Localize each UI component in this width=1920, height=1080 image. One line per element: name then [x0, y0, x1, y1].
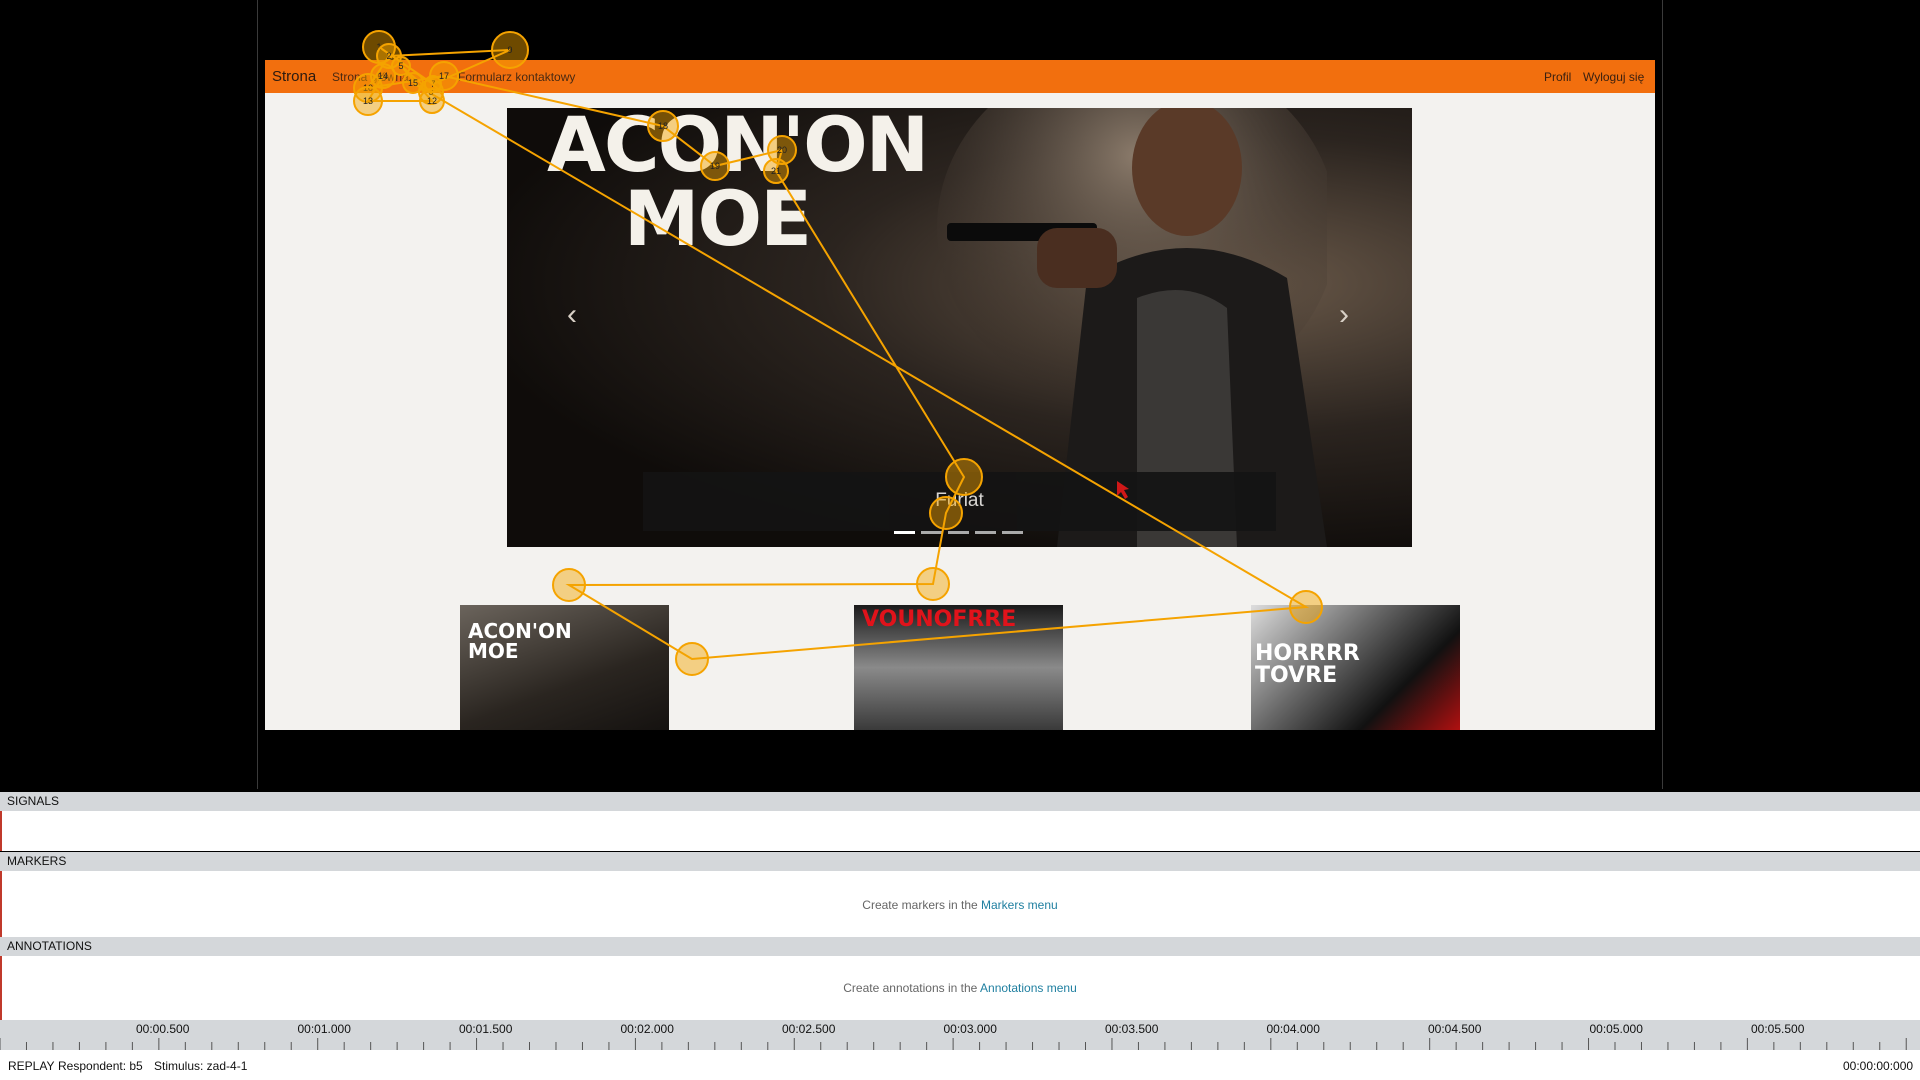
fixation-label: 18	[658, 121, 668, 131]
fixation-label: 9	[507, 45, 512, 55]
status-bar: REPLAY Respondent: b5 Stimulus: zad-4-1 …	[0, 1050, 1920, 1080]
markers-panel: Create markers in the Markers menu	[0, 871, 1920, 937]
markers-message-text: Create markers in the	[862, 898, 982, 912]
fixation-circle	[552, 568, 586, 602]
fixation-label: 20	[777, 145, 787, 155]
timeline-ruler[interactable]: 00:00.500 00:01.000 00:01.500 00:02.000 00:0…	[0, 1020, 1920, 1050]
fixation-label: 17	[439, 71, 449, 81]
timeline-ticks	[0, 1038, 1907, 1050]
fixation-label: 21	[771, 166, 781, 176]
respondent-label: Respondent: b5	[58, 1059, 143, 1073]
timeline-tick-label: 00:04.000	[1266, 1022, 1320, 1036]
fixation-circle	[916, 567, 950, 601]
stimulus-label: Stimulus: zad-4-1	[154, 1059, 248, 1073]
fixation-label: 12	[427, 96, 437, 106]
annotations-message-text: Create annotations in the	[843, 981, 981, 995]
timeline-tick-label: 00:05.000	[1589, 1022, 1643, 1036]
fixation-label: 19	[710, 161, 720, 171]
fixation-circle	[675, 642, 709, 676]
fixation-label: 13	[363, 96, 373, 106]
markers-message: Create markers in the Markers menu	[0, 898, 1920, 912]
timeline-tick-label: 00:02.500	[782, 1022, 836, 1036]
replay-mode-label: REPLAY	[8, 1059, 55, 1073]
timeline-tick-label: 00:02.000	[620, 1022, 674, 1036]
fixation-label: 14	[378, 71, 388, 81]
timeline-tick-label: 00:01.000	[297, 1022, 351, 1036]
annotations-menu-link[interactable]: Annotations menu	[980, 981, 1077, 995]
timeline-tick-label: 00:00.500	[136, 1022, 190, 1036]
playback-time: 00:00:00:000	[1843, 1059, 1914, 1073]
annotations-header: ANNOTATIONS	[0, 937, 1920, 956]
markers-menu-link[interactable]: Markers menu	[981, 898, 1058, 912]
fixation-circle	[945, 458, 983, 496]
fixation-circle	[1289, 590, 1323, 624]
signals-panel	[0, 811, 1920, 851]
fixation-label: 5	[398, 61, 403, 71]
signals-header: SIGNALS	[0, 792, 1920, 811]
timeline-tick-label: 00:03.500	[1105, 1022, 1159, 1036]
timeline-tick-label: 00:01.500	[459, 1022, 513, 1036]
scanpath-line	[365, 46, 1310, 661]
timeline-tick-label: 00:05.500	[1751, 1022, 1805, 1036]
gaze-overlay: 12357910121314151718192021	[353, 30, 1323, 676]
annotations-message: Create annotations in the Annotations me…	[0, 981, 1920, 995]
fixation-label: 2	[386, 51, 391, 61]
annotations-panel: Create annotations in the Annotations me…	[0, 956, 1920, 1020]
fixation-circle	[929, 496, 963, 530]
timeline-tick-label: 00:04.500	[1428, 1022, 1482, 1036]
timeline-tick-label: 00:03.000	[943, 1022, 997, 1036]
markers-header: MARKERS	[0, 852, 1920, 871]
fixation-label: 15	[408, 78, 418, 88]
